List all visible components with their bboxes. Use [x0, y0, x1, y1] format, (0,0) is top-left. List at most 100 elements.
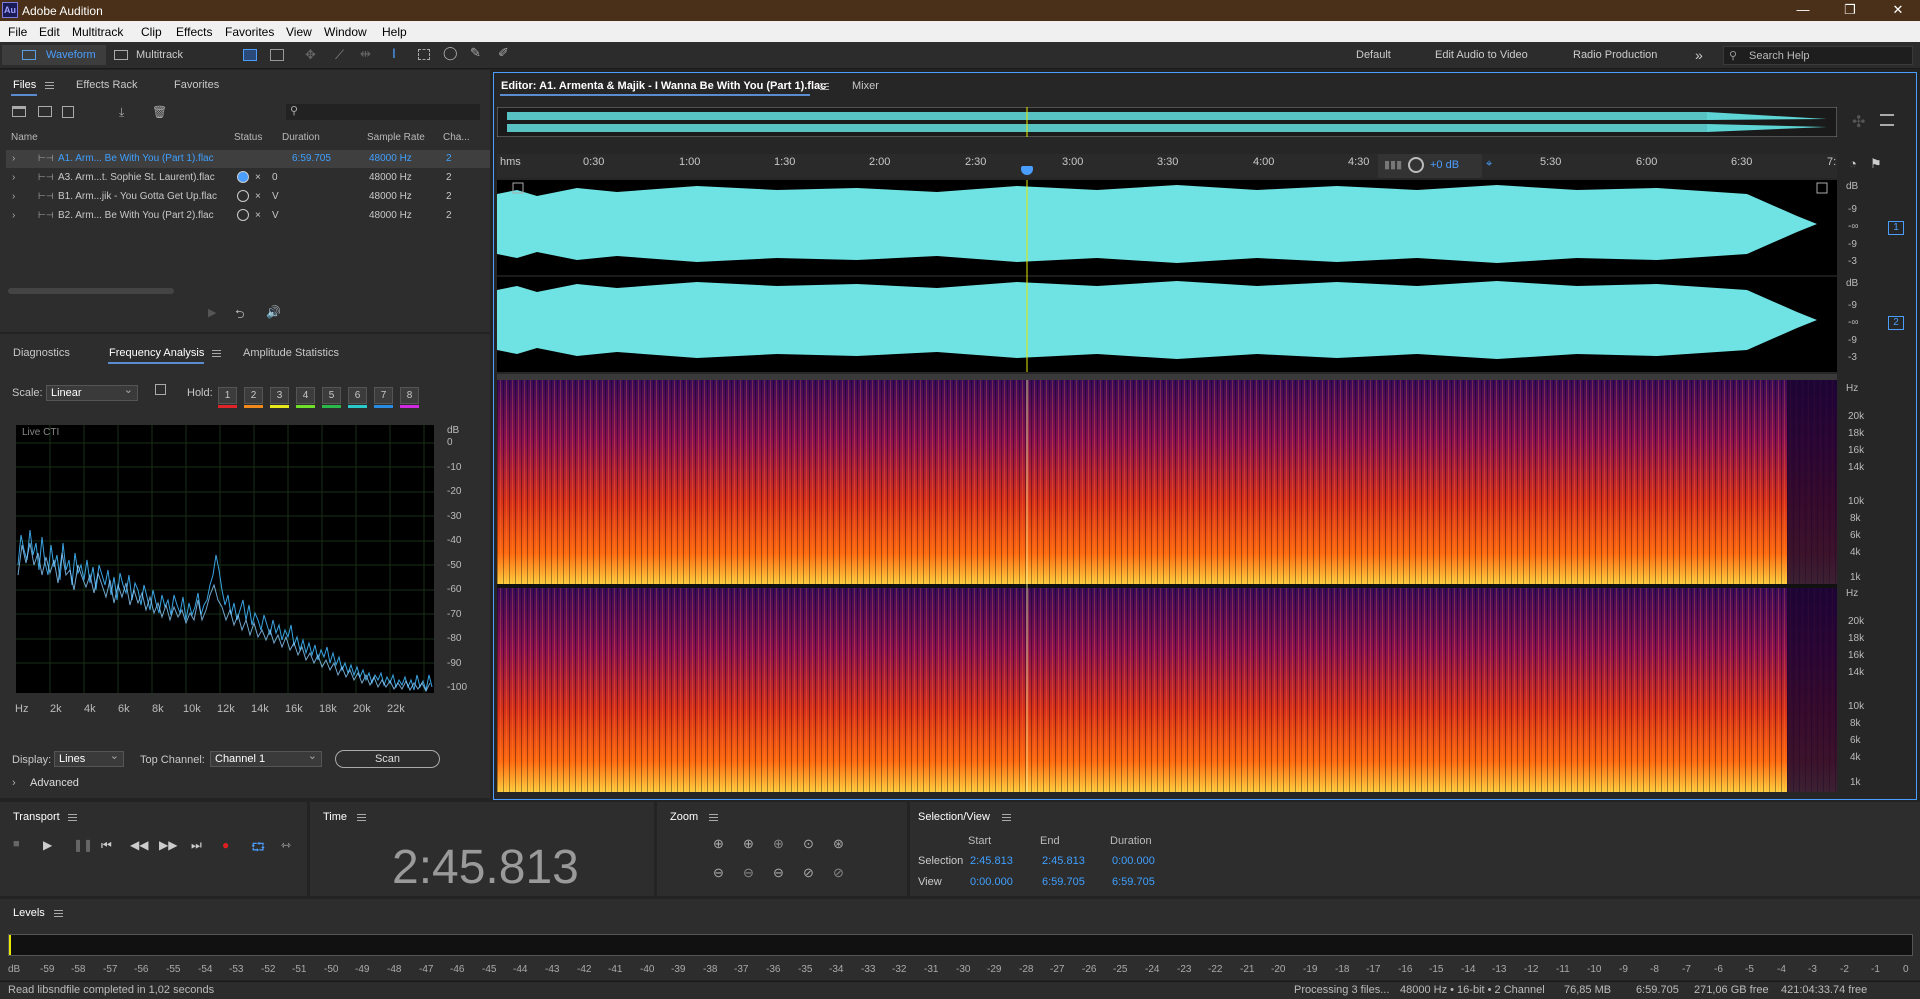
view-end[interactable]: 6:59.705: [1042, 876, 1085, 888]
zoom-to-selection-icon[interactable]: ⊛: [833, 836, 844, 852]
fast-forward-icon[interactable]: ▶▶: [159, 838, 177, 852]
channel-2-toggle[interactable]: 2: [1888, 316, 1904, 330]
frequency-menu-icon[interactable]: [212, 350, 221, 357]
hold-4[interactable]: 4: [296, 387, 315, 404]
files-scrollbar[interactable]: [8, 288, 174, 294]
levels-menu-icon[interactable]: [54, 910, 63, 917]
zoom-out-time-icon[interactable]: ⊖: [743, 865, 754, 881]
menu-clip[interactable]: Clip: [141, 25, 162, 39]
tab-diagnostics[interactable]: Diagnostics: [13, 347, 70, 359]
transport-menu-icon[interactable]: [68, 814, 77, 821]
import-file-icon[interactable]: [38, 106, 52, 117]
expand-icon[interactable]: ›: [12, 191, 15, 202]
file-row[interactable]: › ⊢⊣ A1. Arm... Be With You (Part 1).fla…: [6, 150, 490, 168]
tab-mixer[interactable]: Mixer: [852, 80, 879, 92]
file-row[interactable]: › ⊢⊣ B1. Arm...jik - You Gotta Get Up.fl…: [6, 188, 490, 206]
spectrogram-display[interactable]: [497, 380, 1837, 792]
hold-7[interactable]: 7: [374, 387, 393, 404]
workspace-radio-production[interactable]: Radio Production: [1573, 45, 1657, 65]
menu-file[interactable]: File: [8, 25, 27, 39]
view-duration[interactable]: 6:59.705: [1112, 876, 1155, 888]
rewind-icon[interactable]: ◀◀: [130, 838, 148, 852]
zoom-in-amplitude-icon[interactable]: ✣: [1852, 112, 1865, 132]
zoom-in-playhead-icon[interactable]: ⊙: [803, 836, 814, 852]
play-icon[interactable]: ▶: [43, 838, 52, 852]
time-menu-icon[interactable]: [357, 814, 366, 821]
pin-icon[interactable]: ⌖: [1486, 158, 1492, 171]
slip-tool-icon[interactable]: ⇹: [360, 46, 371, 62]
delete-icon[interactable]: 🗑: [152, 105, 167, 119]
overview-waveform[interactable]: [497, 107, 1837, 137]
scale-dropdown[interactable]: Linear: [46, 383, 138, 401]
record-icon[interactable]: ●: [222, 838, 229, 852]
cancel-x-icon[interactable]: ×: [255, 210, 261, 221]
hold-6[interactable]: 6: [348, 387, 367, 404]
zoom-in-time-icon[interactable]: ⊕: [743, 836, 754, 852]
razor-tool-icon[interactable]: ⟋: [335, 47, 344, 63]
waveform-display[interactable]: [497, 180, 1837, 372]
zoom-out-both-icon[interactable]: ⊘: [803, 865, 814, 881]
col-duration[interactable]: Duration: [282, 132, 320, 143]
marquee-tool-icon[interactable]: [418, 49, 430, 60]
marker-icon[interactable]: ⚑: [1870, 156, 1882, 172]
lasso-tool-icon[interactable]: ◯: [443, 45, 458, 61]
workspace-default[interactable]: Default: [1356, 45, 1391, 65]
menu-view[interactable]: View: [286, 25, 312, 39]
menu-window[interactable]: Window: [324, 25, 367, 39]
selection-start[interactable]: 2:45.813: [970, 855, 1013, 867]
brush-tool-icon[interactable]: ✎: [470, 45, 481, 61]
selection-menu-icon[interactable]: [1002, 814, 1011, 821]
time-selection-tool-icon[interactable]: I: [392, 45, 396, 61]
editor-options-icon[interactable]: [1880, 114, 1894, 126]
copy-graph-icon[interactable]: [155, 384, 166, 395]
zoom-in-amplitude-icon[interactable]: ⊕: [713, 836, 724, 852]
files-filter-input[interactable]: ⚲: [286, 104, 480, 120]
previous-icon[interactable]: ⏮: [101, 838, 112, 853]
col-channels[interactable]: Cha...: [443, 132, 470, 143]
search-help-field[interactable]: ⚲ Search Help: [1723, 46, 1913, 65]
waveform-button[interactable]: Waveform: [2, 45, 106, 65]
channel-1-toggle[interactable]: 1: [1888, 221, 1904, 235]
clock-icon[interactable]: ◔: [1849, 156, 1857, 171]
menu-favorites[interactable]: Favorites: [225, 25, 274, 39]
col-status[interactable]: Status: [234, 132, 262, 143]
hold-5[interactable]: 5: [322, 387, 341, 404]
tab-frequency-analysis[interactable]: Frequency Analysis: [109, 347, 204, 359]
file-row[interactable]: › ⊢⊣ B2. Arm... Be With You (Part 2).fla…: [6, 207, 490, 225]
scan-button[interactable]: Scan: [335, 750, 440, 768]
tab-editor[interactable]: Editor: A1. Armenta & Majik - I Wanna Be…: [501, 80, 826, 92]
cancel-x-icon[interactable]: ×: [255, 172, 261, 183]
selection-duration[interactable]: 0:00.000: [1112, 855, 1155, 867]
stop-icon[interactable]: ■: [13, 838, 20, 850]
menu-multitrack[interactable]: Multitrack: [72, 25, 123, 39]
new-file-icon[interactable]: [62, 106, 74, 118]
minimize-icon[interactable]: —: [1788, 2, 1818, 17]
expand-icon[interactable]: ›: [12, 172, 15, 183]
hud-volume[interactable]: ▮▮▮ +0 dB: [1378, 154, 1482, 178]
cancel-x-icon[interactable]: ×: [255, 191, 261, 202]
top-channel-dropdown[interactable]: Channel 1: [210, 749, 322, 767]
gain-value[interactable]: +0 dB: [1430, 159, 1459, 171]
volume-knob-icon[interactable]: [1408, 157, 1424, 173]
open-file-icon[interactable]: [12, 106, 26, 117]
tab-effects-rack[interactable]: Effects Rack: [76, 79, 138, 91]
insert-into-multitrack-icon[interactable]: ⤓: [119, 105, 124, 120]
hold-2[interactable]: 2: [244, 387, 263, 404]
menu-help[interactable]: Help: [382, 25, 407, 39]
maximize-icon[interactable]: ❐: [1835, 2, 1865, 18]
multitrack-button[interactable]: Multitrack: [110, 45, 196, 65]
autoplay-icon[interactable]: 🔊: [266, 305, 281, 319]
zoom-out-full-icon[interactable]: ⊖: [773, 865, 784, 881]
file-row[interactable]: › ⊢⊣ A3. Arm...t. Sophie St. Laurent).fl…: [6, 169, 490, 187]
spectral-pitch-icon[interactable]: [270, 49, 284, 61]
tab-favorites[interactable]: Favorites: [174, 79, 219, 91]
col-name[interactable]: Name: [11, 132, 38, 143]
close-icon[interactable]: ✕: [1883, 2, 1913, 18]
files-menu-icon[interactable]: [45, 82, 54, 89]
expand-icon[interactable]: ›: [12, 153, 15, 164]
tab-files[interactable]: Files: [13, 79, 36, 91]
menu-effects[interactable]: Effects: [176, 25, 212, 39]
spot-healing-icon[interactable]: ✐: [498, 45, 509, 61]
tab-amplitude-statistics[interactable]: Amplitude Statistics: [243, 347, 339, 359]
expand-icon[interactable]: ›: [12, 210, 15, 221]
